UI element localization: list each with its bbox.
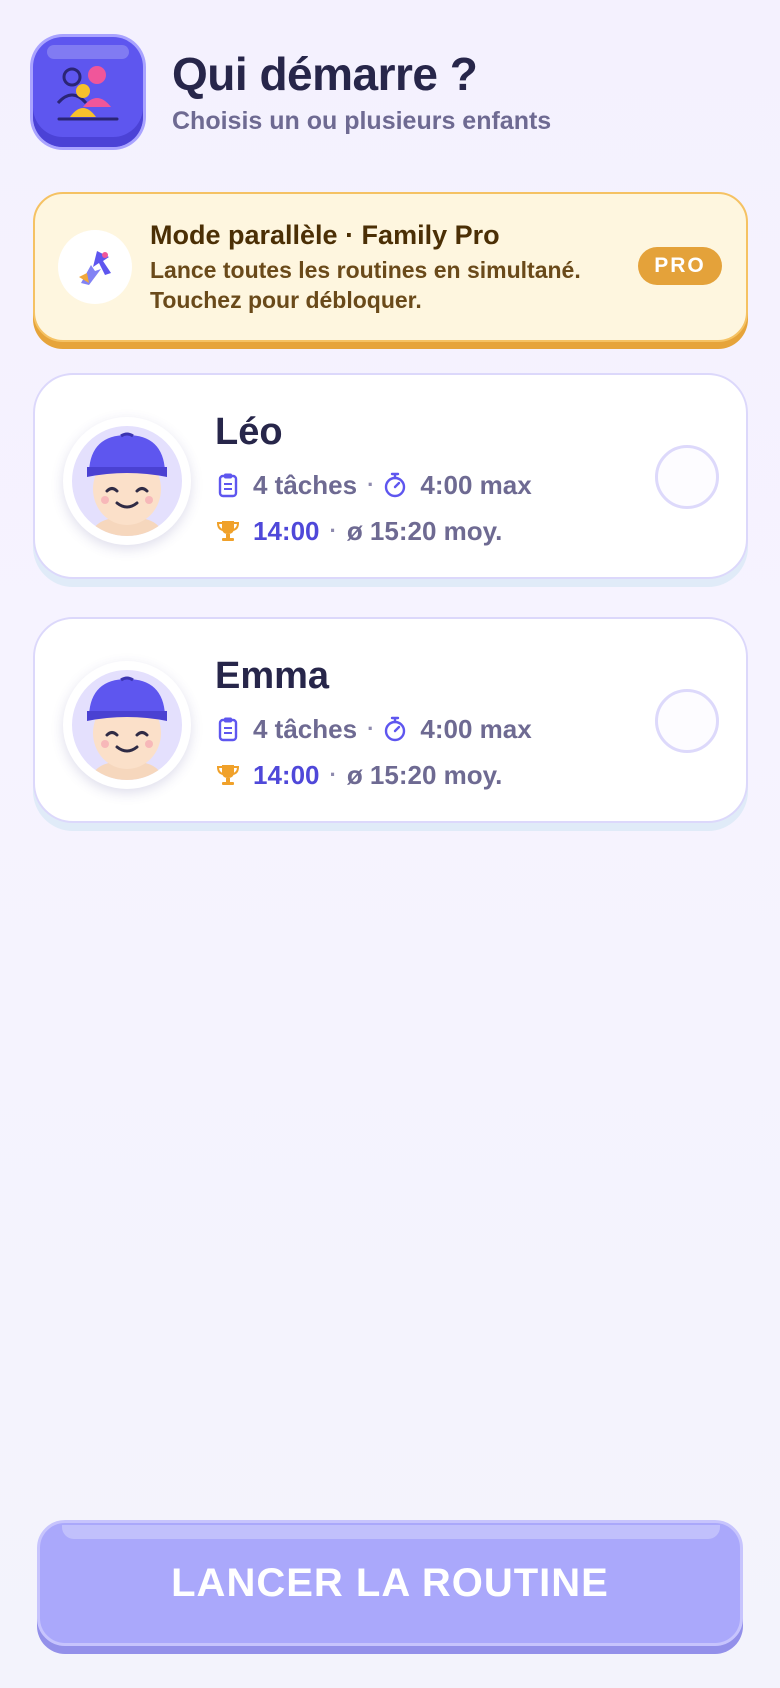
clipboard-icon bbox=[217, 716, 239, 742]
average-time: ø 15:20 moy. bbox=[346, 759, 503, 790]
page-subtitle: Choisis un ou plusieurs enfants bbox=[172, 107, 552, 135]
trophy-icon bbox=[217, 762, 239, 788]
trophy-icon bbox=[217, 518, 239, 544]
child-name: Emma bbox=[215, 655, 330, 697]
promo-cta-text: Touchez pour débloquer. bbox=[150, 287, 422, 313]
average-time: ø 15:20 moy. bbox=[346, 515, 503, 546]
launch-routine-label: LANCER LA ROUTINE bbox=[171, 1560, 609, 1605]
parallel-arrows-icon bbox=[58, 230, 132, 304]
avatar bbox=[63, 661, 191, 789]
record-stats-row: 14:00 · ø 15:20 moy. bbox=[217, 514, 502, 548]
stopwatch-icon bbox=[384, 472, 406, 498]
best-time: 14:00 bbox=[253, 515, 320, 546]
pro-badge: PRO bbox=[638, 247, 722, 285]
children-group-icon bbox=[33, 37, 143, 147]
select-child-radio[interactable] bbox=[655, 445, 719, 509]
screen-header: Qui démarre ? Choisis un ou plusieurs en… bbox=[33, 37, 748, 147]
family-pro-promo-banner[interactable]: Mode parallèle · Family Pro Lance toutes… bbox=[33, 192, 748, 342]
max-time: 4:00 max bbox=[420, 469, 532, 500]
clipboard-icon bbox=[217, 472, 239, 498]
avatar bbox=[63, 417, 191, 545]
best-time: 14:00 bbox=[253, 759, 320, 790]
task-stats-row: 4 tâches · 4:00 max bbox=[217, 712, 532, 746]
child-name: Léo bbox=[215, 411, 283, 453]
record-stats-row: 14:00 · ø 15:20 moy. bbox=[217, 758, 502, 792]
stopwatch-icon bbox=[384, 716, 406, 742]
promo-description: Lance toutes les routines en simultané. bbox=[150, 257, 581, 283]
launch-routine-button[interactable]: LANCER LA ROUTINE bbox=[37, 1520, 743, 1646]
max-time: 4:00 max bbox=[420, 713, 532, 744]
task-count: 4 tâches bbox=[253, 469, 358, 500]
child-card-leo[interactable]: Léo 4 tâches · 4:00 max 14:00 · ø 15:20 … bbox=[33, 373, 748, 579]
promo-title: Mode parallèle · Family Pro bbox=[150, 220, 500, 250]
page-title: Qui démarre ? bbox=[172, 48, 478, 100]
task-count: 4 tâches bbox=[253, 713, 358, 744]
task-stats-row: 4 tâches · 4:00 max bbox=[217, 468, 532, 502]
select-child-radio[interactable] bbox=[655, 689, 719, 753]
child-card-emma[interactable]: Emma 4 tâches · 4:00 max 14:00 · ø 15:20… bbox=[33, 617, 748, 823]
